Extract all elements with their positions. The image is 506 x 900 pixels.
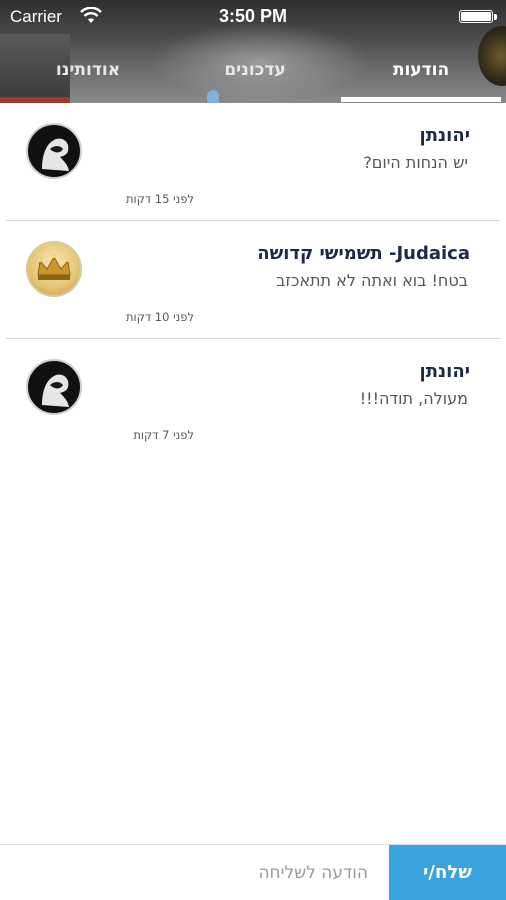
tab-about[interactable]: אודותינו [8,52,168,92]
avatar [26,359,82,415]
message-sender: יהונתן [419,361,470,382]
app-header: Carrier 3:50 PM הודעות עדכונים אודותינו [0,0,506,103]
tab-updates[interactable]: עדכונים [175,52,335,92]
message-input[interactable] [0,845,388,900]
message-preview: יש הנחות היום? [363,153,468,172]
message-composer: שלח/י [0,844,506,900]
status-bar: Carrier 3:50 PM [0,0,506,34]
hooded-figure-icon [42,374,69,407]
tab-bar: הודעות עדכונים אודותינו [0,52,506,92]
list-item[interactable]: יהונתן יש הנחות היום? לפני 15 דקות [0,103,506,221]
crown-icon [37,254,71,280]
message-preview: מעולה, תודה!!! [359,389,468,408]
avatar [26,123,82,179]
message-sender: יהונתן [419,125,470,146]
message-time: לפני 10 דקות [126,310,194,324]
send-button[interactable]: שלח/י [389,845,506,900]
hooded-figure-icon [42,138,69,171]
message-preview: בטח! בוא ואתה לא תתאכזב [276,271,468,290]
tab-messages[interactable]: הודעות [341,52,501,92]
battery-icon [459,10,493,23]
message-sender: Judaica- תשמישי קדושה [257,243,470,264]
active-tab-indicator [341,97,501,102]
status-time: 3:50 PM [218,6,288,26]
avatar [26,241,82,297]
message-time: לפני 15 דקות [126,192,194,206]
message-time: לפני 7 דקות [133,428,194,442]
list-item[interactable]: יהונתן מעולה, תודה!!! לפני 7 דקות [0,339,506,457]
list-item[interactable]: Judaica- תשמישי קדושה בטח! בוא ואתה לא ת… [0,221,506,339]
battery-tip [494,14,497,20]
